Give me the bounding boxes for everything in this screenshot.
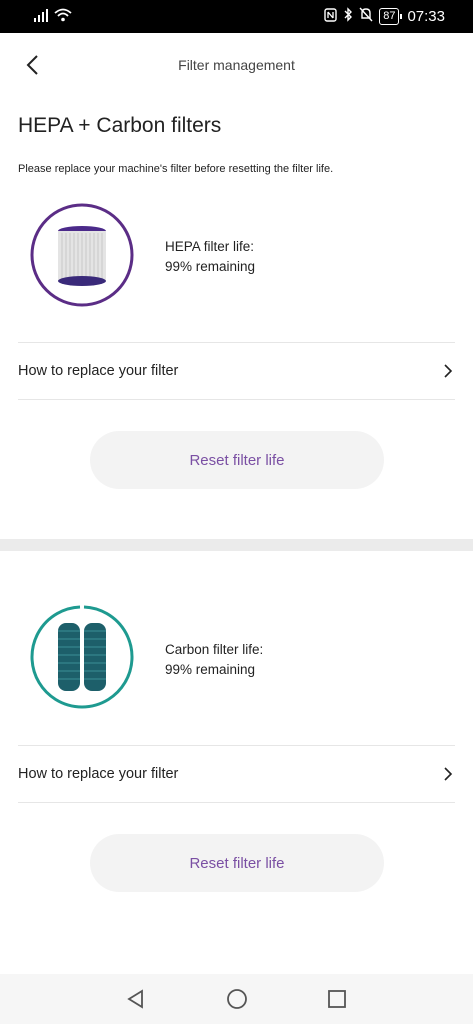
hepa-reset-button[interactable]: Reset filter life — [90, 431, 384, 489]
battery-icon: 87 — [379, 7, 403, 25]
recents-square-icon — [328, 990, 346, 1008]
hepa-filter-status: HEPA filter life: 99% remaining — [165, 237, 255, 277]
chevron-right-icon — [441, 767, 455, 781]
hepa-replace-row[interactable]: How to replace your filter — [18, 342, 455, 400]
bluetooth-icon — [343, 7, 353, 25]
status-bar: 87 07:33 — [0, 0, 473, 33]
instruction-text: Please replace your machine's filter bef… — [18, 163, 334, 175]
carbon-remaining: 99% remaining — [165, 662, 256, 677]
hepa-filter-image — [30, 203, 134, 307]
carbon-replace-row[interactable]: How to replace your filter — [18, 745, 455, 803]
nav-recents-button[interactable] — [325, 987, 349, 1011]
hepa-remaining: 99% remaining — [165, 259, 256, 274]
system-nav-bar — [0, 974, 473, 1024]
chevron-right-icon — [441, 364, 455, 378]
mute-icon — [359, 7, 373, 25]
carbon-life-label: Carbon filter life: — [165, 642, 264, 657]
status-right: 87 07:33 — [324, 7, 445, 25]
page-title: Filter management — [178, 57, 295, 73]
nav-home-button[interactable] — [225, 987, 249, 1011]
carbon-filter-status: Carbon filter life: 99% remaining — [165, 640, 263, 680]
carbon-filter-image — [30, 605, 134, 709]
section-title: HEPA + Carbon filters — [18, 114, 222, 137]
section-divider — [0, 539, 473, 551]
hepa-replace-label: How to replace your filter — [18, 363, 179, 379]
carbon-replace-label: How to replace your filter — [18, 766, 179, 782]
status-left — [34, 8, 72, 22]
signal-icon — [34, 8, 48, 22]
status-time: 07:33 — [407, 7, 445, 25]
nfc-icon — [324, 7, 337, 25]
back-triangle-icon — [127, 989, 143, 1009]
carbon-reset-button[interactable]: Reset filter life — [90, 834, 384, 892]
app-header: Filter management — [0, 33, 473, 97]
hepa-life-label: HEPA filter life: — [165, 239, 255, 254]
wifi-icon — [54, 8, 72, 22]
nav-back-button[interactable] — [124, 987, 148, 1011]
home-circle-icon — [227, 989, 247, 1009]
